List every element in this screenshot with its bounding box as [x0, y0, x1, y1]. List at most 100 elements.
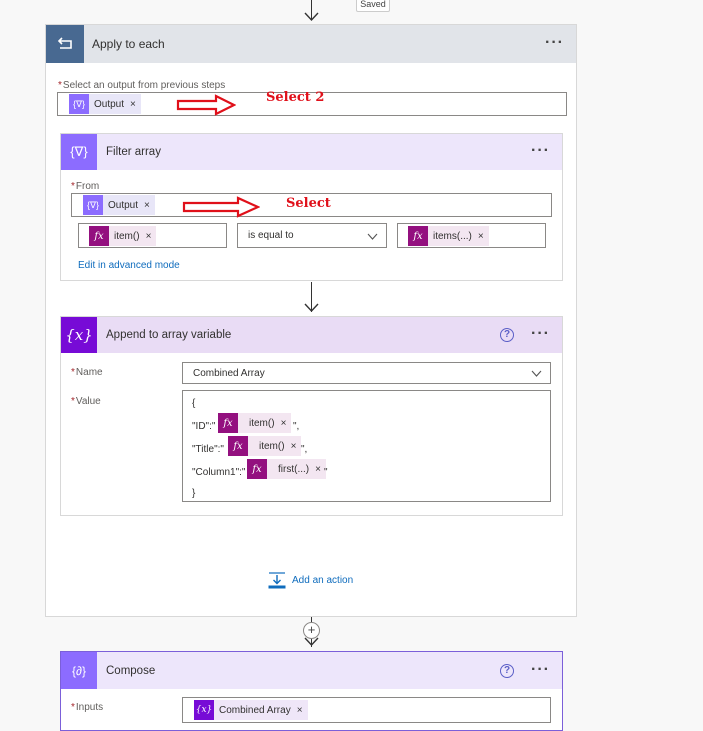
item-token-body: item() ×: [109, 226, 157, 246]
select-output-label-text: Select an output from previous steps: [62, 80, 226, 91]
apply-to-each-header[interactable]: Apply to each ···: [46, 25, 576, 63]
value-editor[interactable]: { "ID":" fx item() × ", "Title":" fx item…: [182, 390, 551, 502]
compose-card: {∂} Compose ? ··· *Inputs {x} Combined A…: [60, 651, 563, 731]
output-token-label: Output: [94, 98, 125, 110]
loop-icon: [46, 25, 84, 63]
from-output-token[interactable]: {∇} Output ×: [83, 195, 155, 215]
help-icon[interactable]: ?: [500, 664, 514, 678]
from-label: *From: [71, 181, 100, 192]
annotation-select: Select: [286, 196, 331, 211]
variable-icon: {x}: [194, 700, 214, 720]
title-suffix: ",: [301, 444, 308, 455]
combined-token-body: Combined Array ×: [214, 700, 308, 720]
apply-to-each-title: Apply to each: [92, 37, 165, 51]
name-label: *Name: [71, 367, 103, 378]
from-label-text: From: [75, 181, 100, 192]
chevron-down-icon: [531, 370, 542, 377]
saved-badge: Saved: [356, 0, 390, 12]
filter-icon: {∇}: [61, 134, 97, 170]
remove-token-icon[interactable]: ×: [146, 231, 152, 242]
value-label-text: Value: [75, 396, 101, 407]
inputs-field[interactable]: {x} Combined Array ×: [182, 697, 551, 723]
function-icon: fx: [408, 226, 428, 246]
remove-token-icon[interactable]: ×: [291, 441, 297, 452]
operator-select[interactable]: is equal to: [237, 223, 387, 248]
column1-first-token[interactable]: fx first(...) ×: [247, 459, 326, 479]
column1-suffix: ": [324, 467, 328, 478]
condition-right-field[interactable]: fx items(...) ×: [397, 223, 546, 248]
condition-left-field[interactable]: fx item() ×: [78, 223, 227, 248]
inputs-label-text: Inputs: [75, 702, 104, 713]
output-token[interactable]: {∇} Output ×: [69, 94, 141, 114]
annotation-arrow-icon: [176, 94, 236, 116]
remove-token-icon[interactable]: ×: [478, 231, 484, 242]
remove-token-icon[interactable]: ×: [130, 99, 136, 110]
column1-token-body: first(...) ×: [267, 459, 326, 479]
connector-arrow-icon: [304, 303, 319, 313]
from-token-body: Output ×: [103, 195, 155, 215]
compose-icon: {∂}: [61, 652, 97, 689]
output-token-body: Output ×: [89, 94, 141, 114]
chevron-down-icon: [367, 233, 378, 240]
id-token-label: item(): [249, 417, 275, 429]
select-output-label: *Select an output from previous steps: [58, 80, 226, 91]
id-item-token[interactable]: fx item() ×: [218, 413, 292, 433]
add-action-label: Add an action: [292, 574, 354, 586]
from-token-label: Output: [108, 199, 139, 211]
items-token-body: items(...) ×: [428, 226, 489, 246]
filter-more-icon[interactable]: ···: [531, 143, 550, 159]
compose-title: Compose: [106, 664, 156, 677]
items-token-label: items(...): [433, 230, 472, 242]
id-suffix: ",: [293, 421, 300, 432]
more-icon[interactable]: ···: [545, 35, 564, 51]
name-value: Combined Array: [193, 368, 265, 379]
combined-array-token[interactable]: {x} Combined Array ×: [194, 700, 308, 720]
combined-token-label: Combined Array: [219, 704, 291, 716]
compose-header[interactable]: {∂} Compose ? ···: [61, 652, 562, 689]
item-token[interactable]: fx item() ×: [89, 226, 157, 246]
remove-token-icon[interactable]: ×: [281, 418, 287, 429]
append-array-header[interactable]: {x} Append to array variable ? ···: [61, 317, 562, 353]
variable-icon: {∇}: [83, 195, 103, 215]
function-icon: fx: [247, 459, 267, 479]
add-action-icon: [268, 571, 286, 588]
function-icon: fx: [89, 226, 109, 246]
add-action-button[interactable]: Add an action: [268, 571, 353, 589]
name-label-text: Name: [75, 367, 103, 378]
remove-token-icon[interactable]: ×: [297, 705, 303, 716]
variable-icon: {∇}: [69, 94, 89, 114]
annotation-arrow-icon: [182, 196, 260, 218]
inputs-label: *Inputs: [71, 702, 104, 713]
id-key: "ID":": [192, 421, 216, 432]
item-token-label: item(): [114, 230, 140, 242]
append-more-icon[interactable]: ···: [531, 326, 550, 342]
function-icon: fx: [228, 436, 248, 456]
function-icon: fx: [218, 413, 238, 433]
id-token-body: item() ×: [238, 413, 292, 433]
top-connector-arrow-icon: [304, 12, 319, 22]
title-token-label: item(): [259, 440, 285, 452]
json-close-brace: }: [192, 488, 196, 499]
operator-value: is equal to: [248, 230, 294, 241]
annotation-select-2: Select 2: [266, 90, 325, 105]
remove-token-icon[interactable]: ×: [144, 200, 150, 211]
json-open-brace: {: [192, 398, 196, 409]
variable-icon: {x}: [61, 317, 97, 353]
title-key: "Title":": [192, 444, 224, 455]
value-label: *Value: [71, 396, 101, 407]
items-token[interactable]: fx items(...) ×: [408, 226, 489, 246]
column1-token-label: first(...): [278, 463, 310, 475]
name-select[interactable]: Combined Array: [182, 362, 551, 384]
filter-array-title: Filter array: [106, 146, 161, 158]
connector-arrow-icon: [304, 637, 319, 647]
title-token-body: item() ×: [248, 436, 302, 456]
append-array-card: {x} Append to array variable ? ··· *Name…: [60, 316, 563, 516]
column1-key: "Column1":": [192, 467, 246, 478]
title-item-token[interactable]: fx item() ×: [228, 436, 302, 456]
help-icon[interactable]: ?: [500, 328, 514, 342]
remove-token-icon[interactable]: ×: [315, 464, 321, 475]
compose-more-icon[interactable]: ···: [531, 662, 550, 678]
append-array-title: Append to array variable: [106, 329, 232, 341]
edit-advanced-mode-link[interactable]: Edit in advanced mode: [78, 260, 180, 271]
filter-array-header[interactable]: {∇} Filter array ···: [61, 134, 562, 170]
